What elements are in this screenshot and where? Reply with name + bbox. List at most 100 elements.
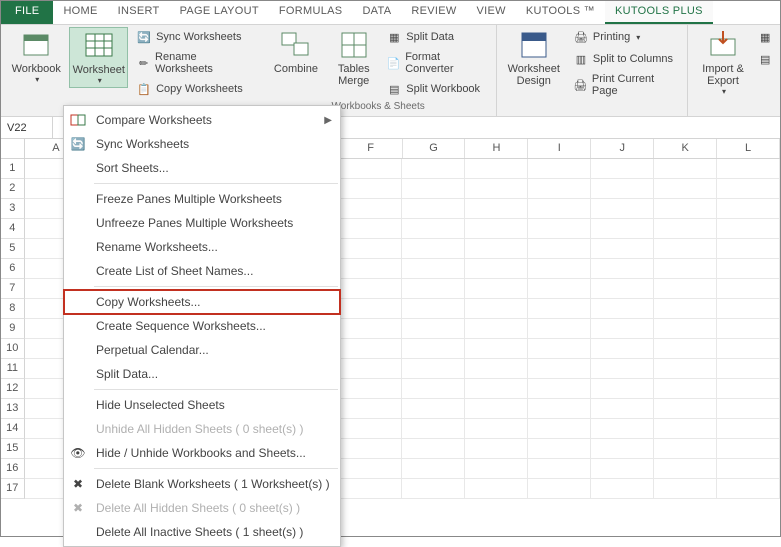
cell[interactable] [591,479,654,499]
tab-file[interactable]: FILE [1,1,53,24]
cell[interactable] [402,299,465,319]
cell[interactable] [339,379,402,399]
cell[interactable] [717,399,780,419]
tables-merge-button[interactable]: Tables Merge [329,27,378,89]
menu-hide-unhide-workbooks[interactable]: 👁Hide / Unhide Workbooks and Sheets... [64,441,340,465]
name-box[interactable]: V22 [1,117,53,138]
select-all-corner[interactable] [1,139,25,159]
cell[interactable] [591,359,654,379]
row-header[interactable]: 17 [1,479,25,499]
cell[interactable] [591,259,654,279]
cell[interactable] [528,459,591,479]
row-header[interactable]: 8 [1,299,25,319]
cell[interactable] [717,339,780,359]
cell[interactable] [339,179,402,199]
cell[interactable] [465,299,528,319]
column-header[interactable]: L [717,139,780,158]
menu-delete-inactive[interactable]: Delete All Inactive Sheets ( 1 sheet(s) … [64,520,340,544]
row-header[interactable]: 2 [1,179,25,199]
cell[interactable] [465,399,528,419]
cell[interactable] [591,299,654,319]
cell[interactable] [402,319,465,339]
sync-worksheets-button[interactable]: 🔄Sync Worksheets [132,27,255,47]
cell[interactable] [717,379,780,399]
cell[interactable] [402,379,465,399]
column-header[interactable]: K [654,139,717,158]
cell[interactable] [528,479,591,499]
more-button-2[interactable]: ▤ [756,49,774,69]
row-header[interactable]: 3 [1,199,25,219]
cell[interactable] [717,479,780,499]
cell[interactable] [465,439,528,459]
menu-sort-sheets[interactable]: Sort Sheets... [64,156,340,180]
cell[interactable] [465,419,528,439]
cell[interactable] [591,239,654,259]
cell[interactable] [654,299,717,319]
cell[interactable] [465,359,528,379]
cell[interactable] [591,219,654,239]
tab-kutools[interactable]: KUTOOLS ™ [516,1,605,24]
cell[interactable] [465,379,528,399]
cell[interactable] [528,339,591,359]
tab-data[interactable]: DATA [352,1,401,24]
row-header[interactable]: 14 [1,419,25,439]
row-header[interactable]: 16 [1,459,25,479]
workbook-button[interactable]: Workbook ▾ [7,27,65,86]
tab-kutools-plus[interactable]: KUTOOLS PLUS [605,1,713,24]
worksheet-button[interactable]: Worksheet ▾ [69,27,128,88]
cell[interactable] [654,159,717,179]
more-button-1[interactable]: ▦ [756,27,774,47]
cell[interactable] [717,359,780,379]
cell[interactable] [402,339,465,359]
cell[interactable] [339,419,402,439]
cell[interactable] [465,179,528,199]
import-export-button[interactable]: Import & Export ▾ [694,27,752,98]
cell[interactable] [654,379,717,399]
cell[interactable] [591,159,654,179]
cell[interactable] [465,239,528,259]
cell[interactable] [528,279,591,299]
cell[interactable] [402,439,465,459]
menu-hide-unselected[interactable]: Hide Unselected Sheets [64,393,340,417]
cell[interactable] [717,219,780,239]
cell[interactable] [654,459,717,479]
cell[interactable] [402,159,465,179]
cell[interactable] [528,299,591,319]
cell[interactable] [339,199,402,219]
worksheet-design-button[interactable]: Worksheet Design [503,27,565,89]
split-data-button[interactable]: ▦Split Data [382,27,489,47]
cell[interactable] [528,159,591,179]
row-header[interactable]: 6 [1,259,25,279]
cell[interactable] [591,459,654,479]
cell[interactable] [528,199,591,219]
column-header[interactable]: G [403,139,466,158]
cell[interactable] [465,199,528,219]
menu-create-list-sheet-names[interactable]: Create List of Sheet Names... [64,259,340,283]
split-workbook-button[interactable]: ▤Split Workbook [382,79,489,99]
cell[interactable] [654,479,717,499]
rename-worksheets-button[interactable]: ✏Rename Worksheets [132,49,255,77]
cell[interactable] [654,279,717,299]
combine-button[interactable]: Combine [267,27,325,77]
cell[interactable] [402,179,465,199]
cell[interactable] [591,419,654,439]
cell[interactable] [402,259,465,279]
cell[interactable] [465,279,528,299]
cell[interactable] [339,239,402,259]
tab-page-layout[interactable]: PAGE LAYOUT [170,1,269,24]
cell[interactable] [465,319,528,339]
cell[interactable] [528,259,591,279]
cell[interactable] [465,219,528,239]
menu-create-sequence[interactable]: Create Sequence Worksheets... [64,314,340,338]
cell[interactable] [717,319,780,339]
split-to-columns-button[interactable]: ▥Split to Columns [569,49,681,69]
cell[interactable] [465,259,528,279]
cell[interactable] [528,219,591,239]
copy-worksheets-button[interactable]: 📋Copy Worksheets [132,79,255,99]
cell[interactable] [402,399,465,419]
row-header[interactable]: 11 [1,359,25,379]
tab-view[interactable]: VIEW [467,1,516,24]
menu-compare-worksheets[interactable]: Compare Worksheets ▶ [64,108,340,132]
cell[interactable] [654,339,717,359]
cell[interactable] [528,239,591,259]
